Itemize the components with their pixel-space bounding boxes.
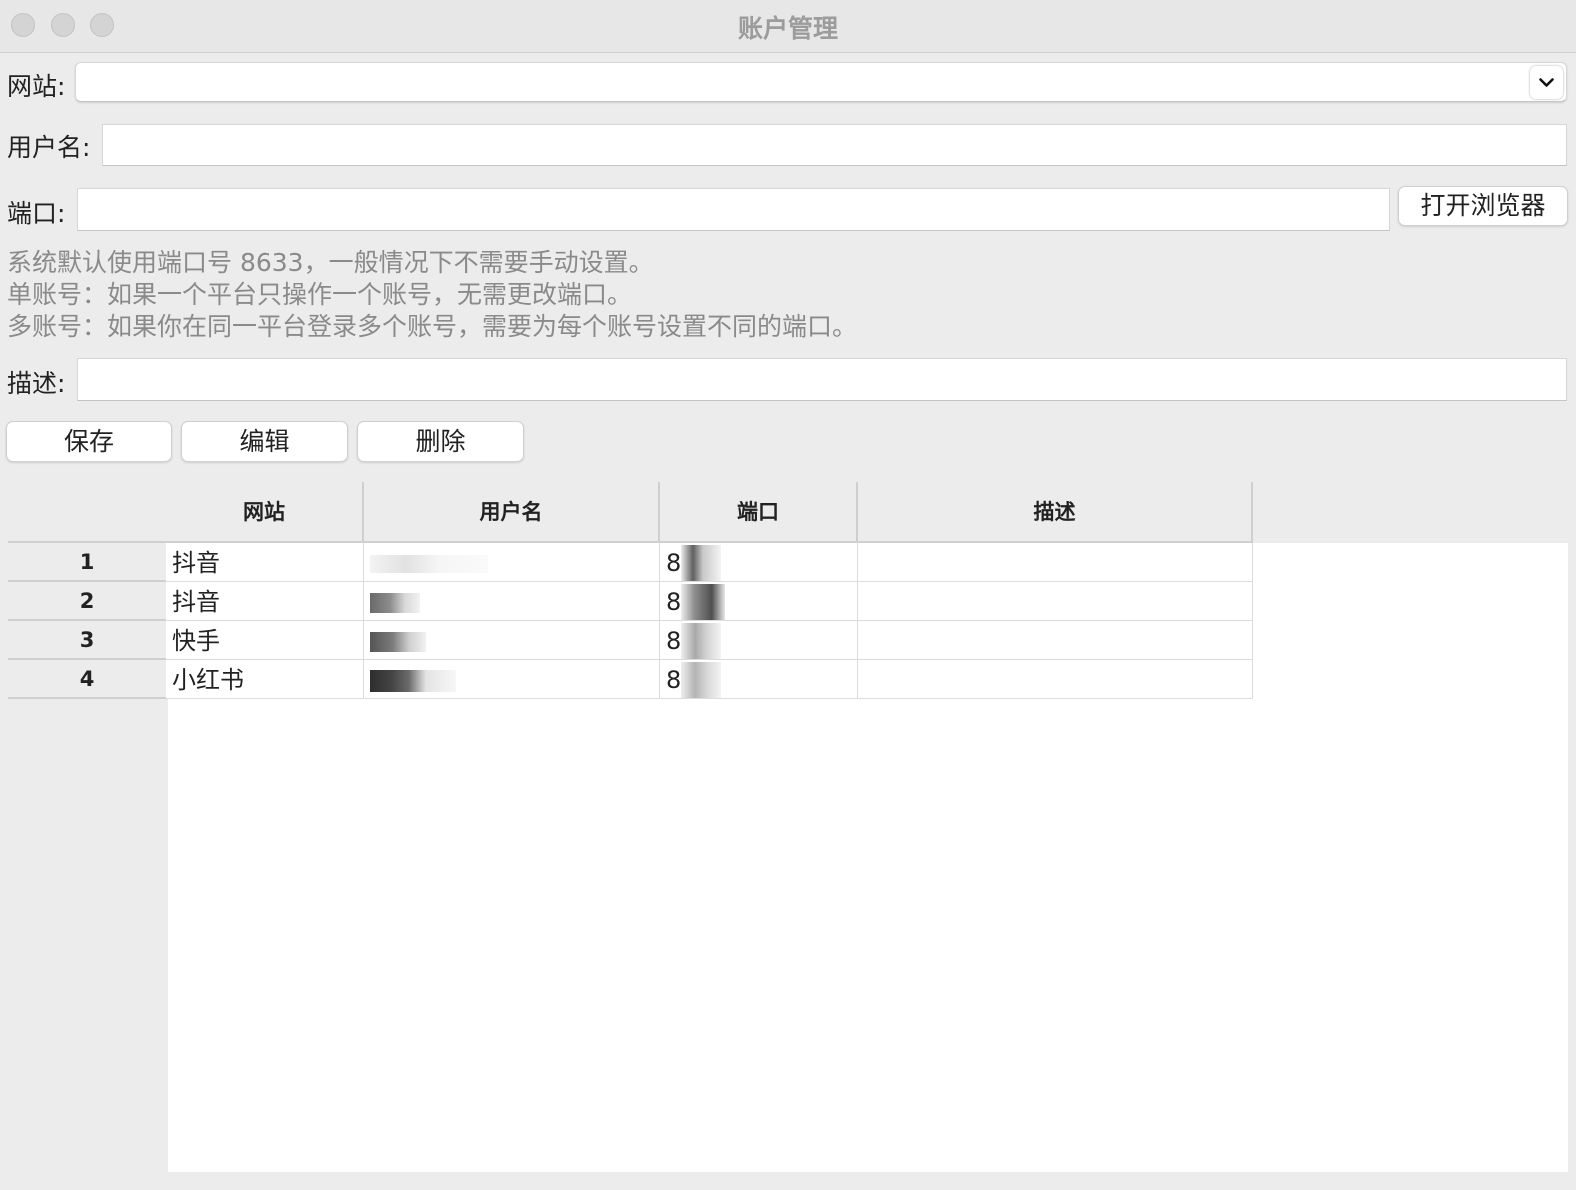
column-header-filler (1253, 482, 1568, 543)
redacted-username (370, 593, 420, 613)
port-input[interactable] (77, 188, 1390, 231)
table-row[interactable]: 3 快手 8 (8, 621, 1253, 660)
save-button[interactable]: 保存 (6, 421, 172, 462)
cell-username[interactable] (364, 582, 660, 621)
account-management-window: 账户管理 网站: 用户名: 端口: 打开浏览器 系统默认使用端口号 8633，一… (0, 0, 1576, 1190)
cell-description[interactable] (858, 582, 1253, 621)
redacted-port (681, 662, 722, 698)
cell-description[interactable] (858, 543, 1253, 582)
redacted-port (681, 545, 722, 581)
cell-port-value: 8 (666, 627, 682, 655)
cell-port-value: 8 (666, 549, 682, 577)
cell-website[interactable]: 抖音 (166, 582, 364, 621)
cell-port[interactable]: 8 (660, 660, 858, 699)
cell-website[interactable]: 抖音 (166, 543, 364, 582)
window-title: 账户管理 (737, 14, 838, 43)
hint-default-port: 系统默认使用端口号 8633，一般情况下不需要手动设置。 (7, 248, 654, 277)
username-label: 用户名: (7, 133, 91, 162)
table-row[interactable]: 1 抖音 8 (8, 543, 1253, 582)
website-select[interactable] (75, 62, 1567, 102)
column-header-username[interactable]: 用户名 (364, 482, 660, 543)
cell-username[interactable] (364, 543, 660, 582)
row-header[interactable]: 4 (8, 660, 168, 699)
edit-button[interactable]: 编辑 (181, 421, 348, 462)
title-bar: 账户管理 (0, 0, 1576, 53)
table-row[interactable]: 2 抖音 8 (8, 582, 1253, 621)
cell-port[interactable]: 8 (660, 543, 858, 582)
chevron-down-icon[interactable] (1530, 66, 1563, 99)
cell-description[interactable] (858, 621, 1253, 660)
table-corner[interactable] (8, 482, 168, 543)
redacted-username (370, 555, 488, 573)
row-header[interactable]: 3 (8, 621, 168, 660)
port-label: 端口: (7, 199, 66, 228)
column-header-website[interactable]: 网站 (166, 482, 364, 543)
open-browser-button[interactable]: 打开浏览器 (1398, 186, 1568, 226)
column-header-port[interactable]: 端口 (660, 482, 858, 543)
table-row[interactable]: 4 小红书 8 (8, 660, 1253, 699)
cell-username[interactable] (364, 621, 660, 660)
cell-description[interactable] (858, 660, 1253, 699)
row-header[interactable]: 2 (8, 582, 168, 621)
cell-website[interactable]: 快手 (166, 621, 364, 660)
accounts-table[interactable]: 网站 用户名 端口 描述 1 抖音 8 2 抖音 8 3 快手 8 4 小红书 … (8, 482, 1568, 1172)
cell-port[interactable]: 8 (660, 582, 858, 621)
cell-port-value: 8 (666, 588, 682, 616)
row-header[interactable]: 1 (8, 543, 168, 582)
redacted-port (681, 584, 726, 620)
redacted-port (681, 623, 722, 659)
website-label: 网站: (7, 72, 66, 101)
redacted-username (370, 632, 426, 652)
cell-website[interactable]: 小红书 (166, 660, 364, 699)
redacted-username (370, 670, 456, 692)
cell-port-value: 8 (666, 666, 682, 694)
delete-button[interactable]: 删除 (357, 421, 524, 462)
hint-single-account: 单账号：如果一个平台只操作一个账号，无需更改端口。 (7, 280, 633, 309)
column-header-description[interactable]: 描述 (858, 482, 1253, 543)
description-label: 描述: (7, 369, 66, 398)
cell-username[interactable] (364, 660, 660, 699)
description-input[interactable] (77, 358, 1567, 401)
hint-multi-account: 多账号：如果你在同一平台登录多个账号，需要为每个账号设置不同的端口。 (7, 312, 858, 341)
cell-port[interactable]: 8 (660, 621, 858, 660)
username-input[interactable] (102, 124, 1567, 166)
